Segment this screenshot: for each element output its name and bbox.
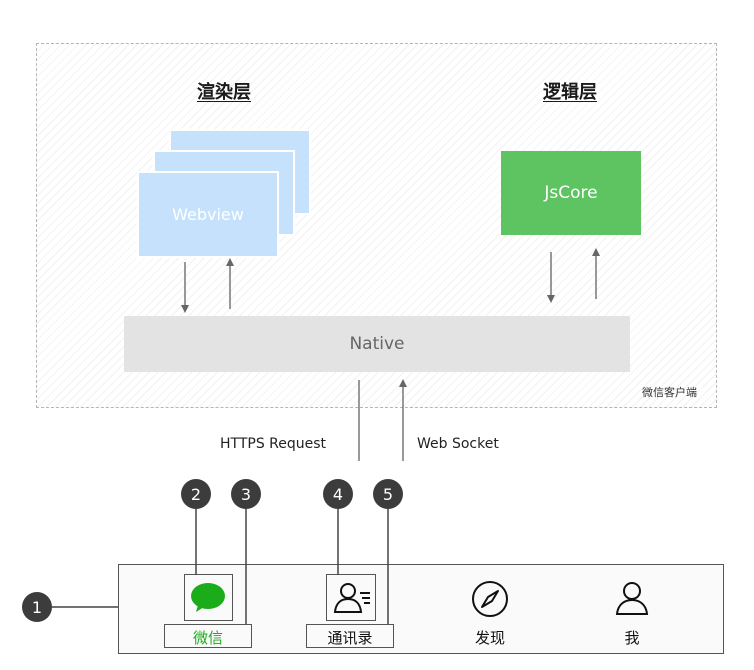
badge-5: 5 bbox=[373, 479, 403, 509]
badge-3: 3 bbox=[231, 479, 261, 509]
badge-2: 2 bbox=[181, 479, 211, 509]
badge-4: 4 bbox=[323, 479, 353, 509]
connector-lines bbox=[52, 248, 600, 624]
badge-1: 1 bbox=[22, 592, 52, 622]
